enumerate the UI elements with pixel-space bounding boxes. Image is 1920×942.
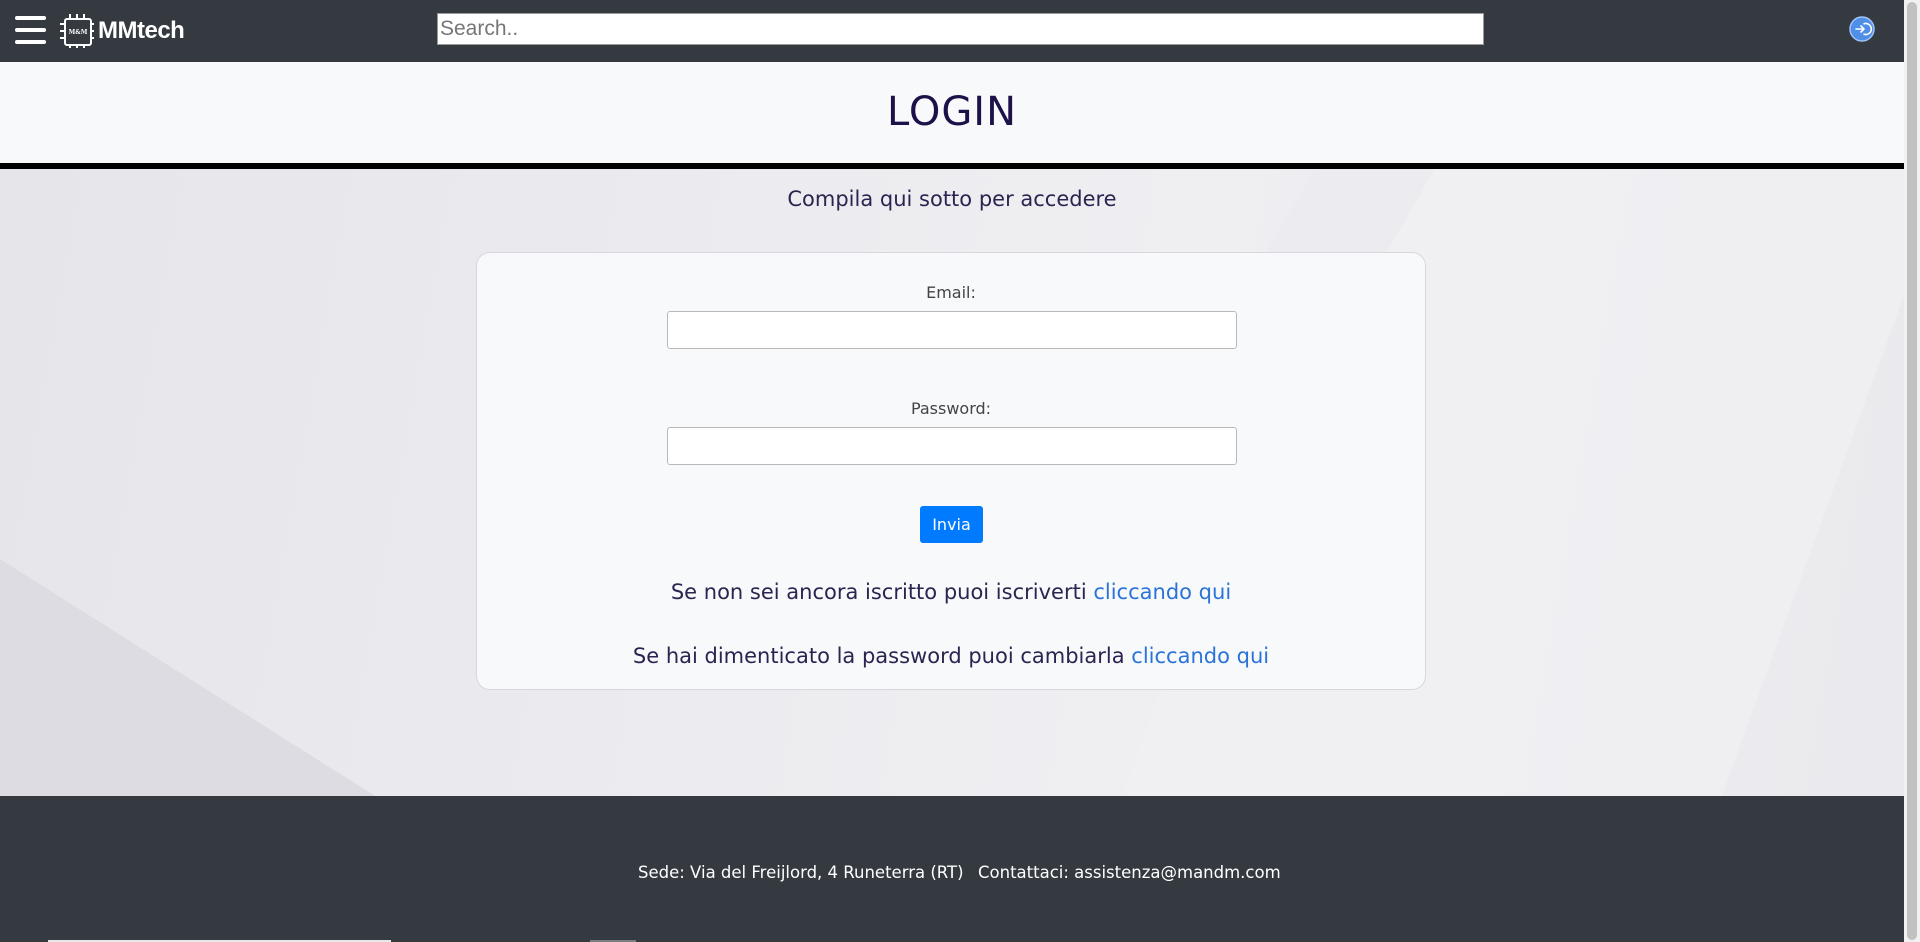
register-line: Se non sei ancora iscritto puoi iscriver…: [477, 580, 1425, 604]
submit-button[interactable]: Invia: [920, 506, 983, 543]
footer: Sede: Via del Freijlord, 4 Runeterra (RT…: [0, 796, 1904, 942]
hamburger-menu-icon[interactable]: [15, 16, 46, 45]
footer-address: Sede: Via del Freijlord, 4 Runeterra (RT…: [638, 863, 964, 882]
page-subtitle: Compila qui sotto per accedere: [787, 187, 1117, 211]
page-scrollbar[interactable]: [1904, 0, 1920, 942]
register-text: Se non sei ancora iscritto puoi iscriver…: [670, 580, 1087, 604]
page-header: LOGIN: [0, 62, 1904, 169]
password-reset-text: Se hai dimenticato la password puoi camb…: [632, 644, 1125, 668]
footer-contact: Contattaci: assistenza@mandm.com: [978, 863, 1281, 882]
password-field[interactable]: [667, 427, 1237, 465]
email-label: Email:: [926, 283, 976, 302]
main-content: Compila qui sotto per accedere Email: Pa…: [0, 169, 1904, 796]
search-input[interactable]: [437, 13, 1484, 45]
logo-text: M&M: [64, 18, 92, 46]
email-field[interactable]: [667, 311, 1237, 349]
page-title: LOGIN: [886, 89, 1018, 135]
chip-logo-icon: M&M: [60, 14, 94, 48]
register-link[interactable]: cliccando qui: [1093, 580, 1231, 604]
brand-name: MMtech: [98, 17, 185, 44]
password-label: Password:: [910, 399, 992, 418]
login-icon[interactable]: [1849, 16, 1875, 42]
brand-logo-link[interactable]: M&M MMtech: [60, 13, 185, 49]
top-navbar: M&M MMtech: [0, 0, 1904, 62]
scrollbar-thumb[interactable]: [1907, 2, 1917, 940]
login-form: Email: Password: Invia Se non sei ancora…: [476, 252, 1426, 690]
background-shape: [0, 559, 380, 796]
password-reset-line: Se hai dimenticato la password puoi camb…: [477, 644, 1425, 668]
password-reset-link[interactable]: cliccando qui: [1131, 644, 1269, 668]
